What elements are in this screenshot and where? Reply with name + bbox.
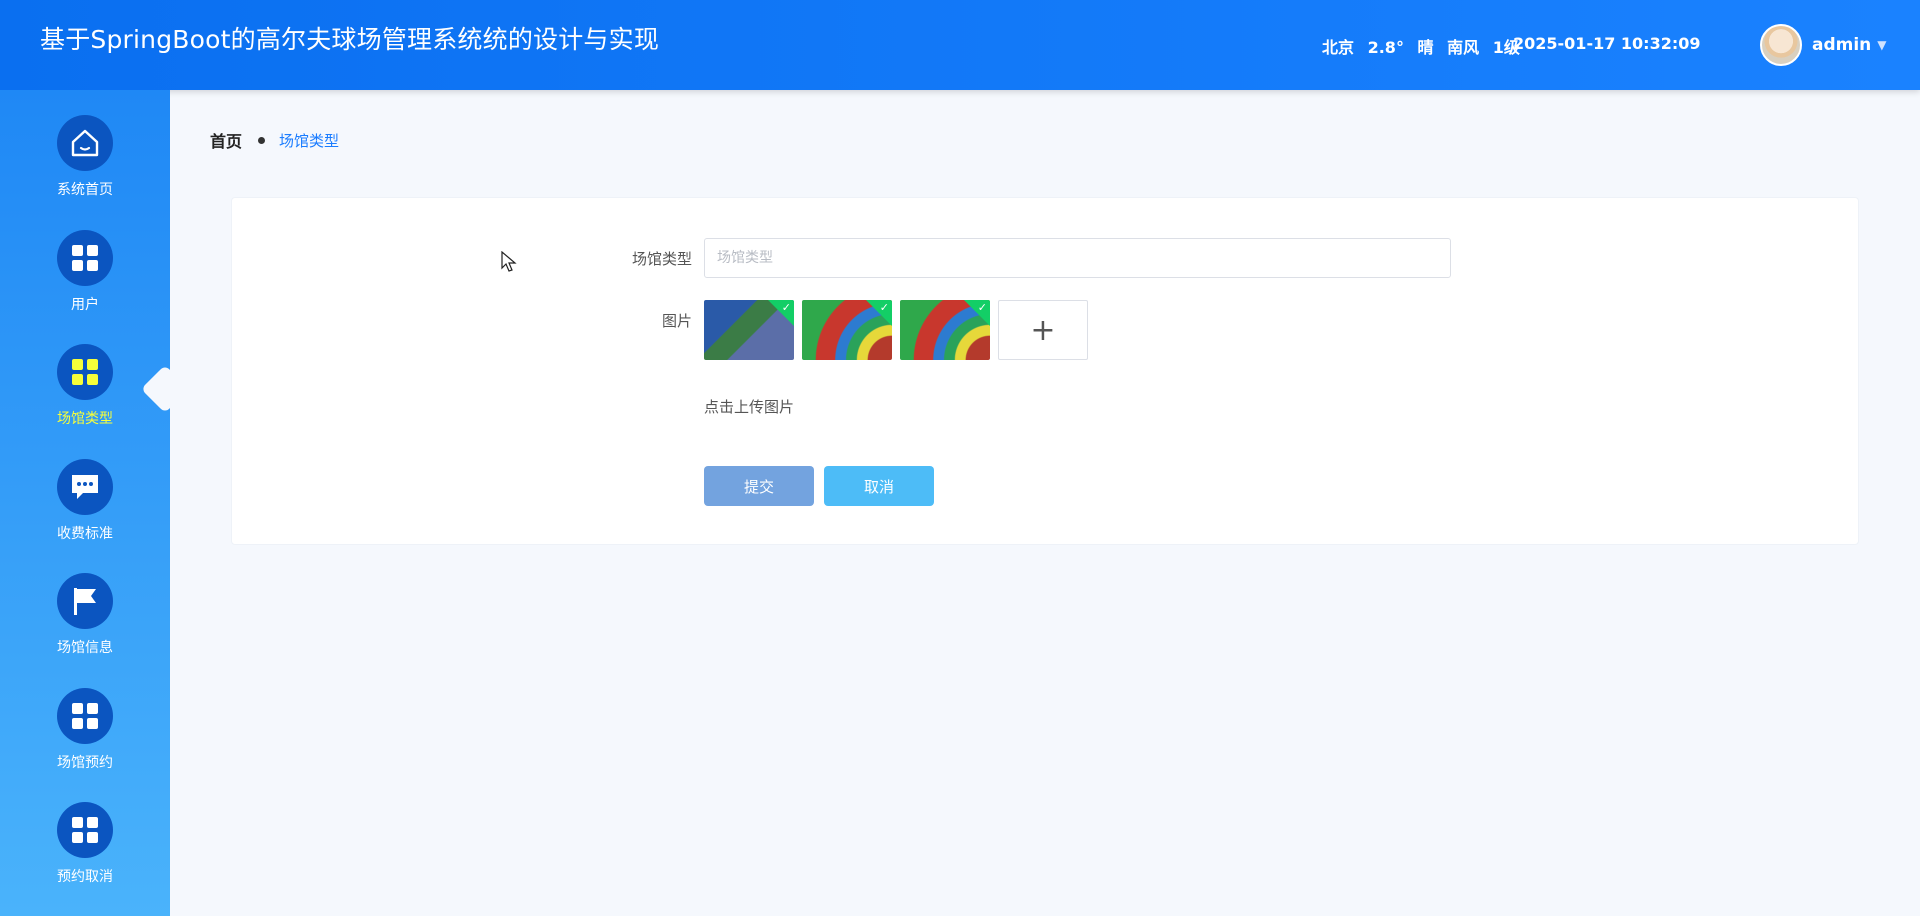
sidebar-item-label: 场馆预约 (57, 755, 113, 771)
breadcrumb-current: 场馆类型 (279, 131, 340, 150)
user-menu[interactable]: admin ▼ (1760, 24, 1887, 66)
image-label: 图片 (661, 312, 692, 330)
grid-icon (72, 817, 98, 843)
sidebar-item-label: 场馆类型 (57, 411, 113, 427)
grid-icon (72, 245, 98, 271)
sidebar-item-user[interactable]: 用户 (0, 230, 170, 340)
upload-button[interactable]: + (998, 300, 1088, 360)
upload-hint: 点击上传图片 (704, 398, 795, 416)
weather-info: 北京 2.8° 晴 南风 1级 (1322, 34, 1528, 58)
grid-icon (72, 703, 98, 729)
datetime: 2025-01-17 10:32:09 (1513, 34, 1701, 53)
image-thumbnail[interactable]: ✓ (704, 300, 794, 360)
grid-icon (72, 359, 98, 385)
flag-icon (74, 588, 96, 615)
caret-down-icon[interactable]: ▼ (1877, 38, 1886, 52)
sidebar-item-venue-type[interactable]: 场馆类型 (0, 344, 170, 454)
check-icon: ✓ (977, 301, 987, 314)
app-title: 基于SpringBoot的高尔夫球场管理系统统的设计与实现 (40, 25, 660, 54)
mouse-cursor-icon (501, 251, 517, 272)
sidebar-item-label: 用户 (71, 297, 99, 313)
weather-wind: 南风 (1447, 38, 1480, 57)
image-thumbnail[interactable]: ✓ (900, 300, 990, 360)
image-list: ✓ ✓ ✓ + (704, 300, 1088, 360)
check-icon: ✓ (879, 301, 889, 314)
image-thumbnail[interactable]: ✓ (802, 300, 892, 360)
sidebar-item-home[interactable]: 系统首页 (0, 115, 170, 225)
sidebar: 系统首页 用户 场馆类型 收费标准 场馆信息 场馆预约 预约取消 (0, 90, 190, 916)
breadcrumb-separator (258, 136, 266, 144)
sidebar-item-label: 收费标准 (57, 526, 113, 542)
sidebar-item-venue-booking[interactable]: 场馆预约 (0, 688, 170, 798)
breadcrumb-home[interactable]: 首页 (210, 128, 242, 152)
plus-icon: + (1030, 312, 1056, 348)
username[interactable]: admin (1812, 35, 1871, 55)
chat-icon (72, 475, 98, 499)
sidebar-item-label: 预约取消 (57, 869, 113, 885)
avatar[interactable] (1760, 24, 1802, 66)
sidebar-item-label: 系统首页 (57, 182, 113, 198)
check-icon: ✓ (781, 301, 791, 314)
sidebar-item-fee-standard[interactable]: 收费标准 (0, 459, 170, 569)
sidebar-item-booking-cancel[interactable]: 预约取消 (0, 802, 170, 912)
home-icon (71, 129, 99, 157)
weather-condition: 晴 (1417, 38, 1434, 57)
sidebar-item-venue-info[interactable]: 场馆信息 (0, 573, 170, 683)
weather-temp: 2.8° (1367, 38, 1404, 57)
venue-type-input[interactable] (704, 238, 1451, 278)
venue-type-label: 场馆类型 (631, 250, 692, 268)
sidebar-item-label: 场馆信息 (57, 640, 113, 656)
form-card: 场馆类型 图片 ✓ ✓ ✓ + 点击上传图片 提交 取消 (231, 197, 1859, 545)
breadcrumb: 首页 场馆类型 (210, 128, 339, 152)
cancel-button[interactable]: 取消 (824, 466, 934, 506)
top-header: 基于SpringBoot的高尔夫球场管理系统统的设计与实现 北京 2.8° 晴 … (0, 0, 1920, 90)
submit-button[interactable]: 提交 (704, 466, 814, 506)
weather-city: 北京 (1322, 38, 1355, 57)
